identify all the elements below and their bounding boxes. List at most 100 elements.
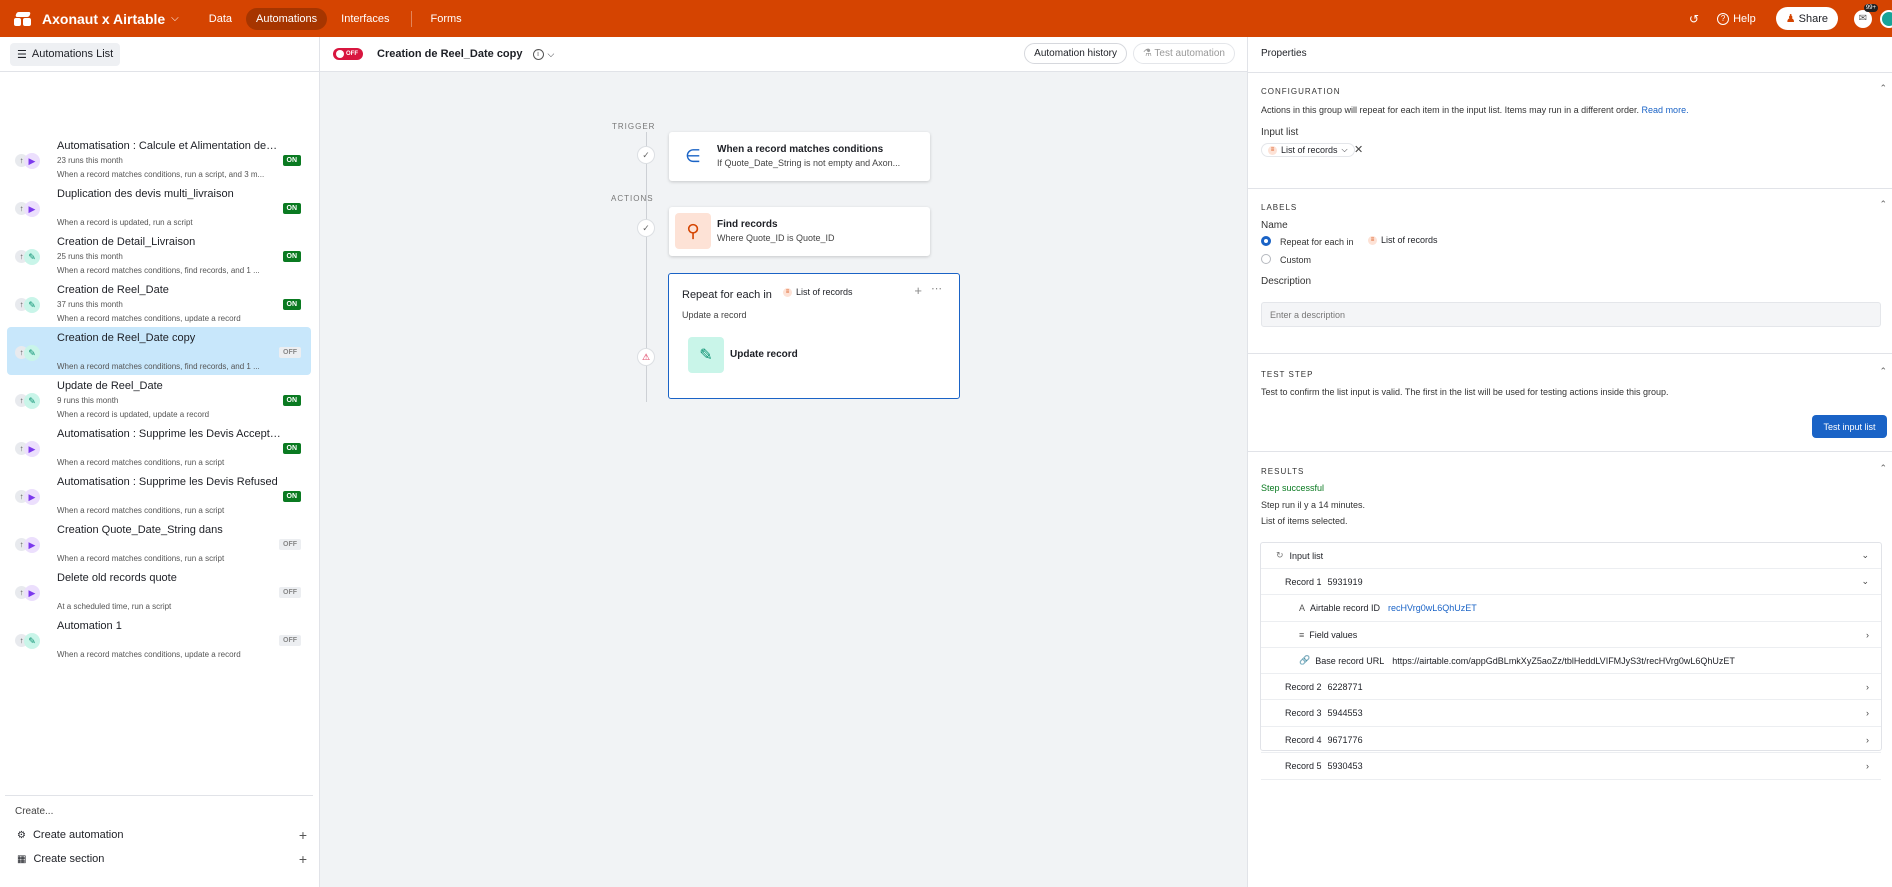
field-values-label: Field values — [1309, 629, 1358, 640]
configuration-text: Actions in this group will repeat for ea… — [1261, 105, 1689, 115]
automation-description: When a record is updated, run a script — [57, 218, 193, 227]
record-row[interactable]: Record 4 9671776 › — [1261, 727, 1881, 753]
notification-badge: 99+ — [1863, 3, 1878, 12]
tab-interfaces[interactable]: Interfaces — [331, 8, 399, 30]
automation-list-item[interactable]: ↑ ✎ Creation de Reel_Date 37 runs this mont… — [7, 279, 311, 327]
chevron-down-icon[interactable]: ⌵ — [171, 13, 179, 24]
plus-icon[interactable]: + — [299, 851, 307, 867]
help-icon[interactable]: ? — [1717, 12, 1730, 25]
chevron-up-icon[interactable]: ⌃ — [1879, 83, 1887, 94]
text-field-icon: A — [1299, 603, 1306, 613]
automation-list-item[interactable]: ↑ ✎ Creation de Detail_Livraison 25 runs th… — [7, 231, 311, 279]
actions-label: ACTIONS — [611, 194, 654, 203]
automation-list-item[interactable]: ↑ ▶ Creation Quote_Date_String dans When a … — [7, 519, 311, 567]
radio-custom-option[interactable] — [1261, 254, 1271, 264]
airtable-logo-icon[interactable] — [14, 11, 32, 26]
record-row[interactable]: Record 1 5931919 ⌄ — [1261, 569, 1881, 595]
record-row[interactable]: Record 2 6228771 › — [1261, 674, 1881, 700]
automation-list-item[interactable]: ↑ ✎ Creation de Reel_Date copy When a recor… — [7, 327, 311, 375]
status-badge: OFF — [279, 587, 301, 598]
check-icon: ✓ — [637, 219, 655, 237]
more-icon[interactable]: ⋯ — [931, 282, 942, 295]
script-icon: ▶ — [24, 441, 40, 457]
pencil-icon: ✎ — [24, 393, 40, 409]
create-section-button[interactable]: ▦ Create section + — [17, 851, 307, 867]
info-icon[interactable]: i — [532, 48, 544, 60]
list-icon: ≡ — [1299, 629, 1305, 640]
tab-automations[interactable]: Automations — [246, 7, 328, 30]
create-automation-button[interactable]: ⚙ Create automation + — [17, 827, 307, 843]
plus-icon[interactable]: + — [914, 283, 922, 298]
find-records-title: Find records — [717, 219, 778, 230]
chevron-down-icon[interactable]: ⌄ — [1861, 576, 1869, 587]
repeat-group-card[interactable]: Repeat for each in ≡ List of records + ⋯… — [668, 273, 960, 399]
base-name[interactable]: Axonaut x Airtable — [42, 11, 165, 27]
status-badge: OFF — [279, 635, 301, 646]
canvas-header: OFF Creation de Reel_Date copy i ⌵ Autom… — [320, 37, 1247, 72]
record-row[interactable]: Record 3 5944553 › — [1261, 701, 1881, 727]
find-records-subtitle: Where Quote_ID is Quote_ID — [717, 233, 835, 243]
notifications-icon[interactable]: ✉ 99+ — [1854, 3, 1878, 28]
automation-list-item[interactable]: ↑ ✎ Automation 1 When a record matches cond… — [7, 615, 311, 663]
input-list-chip[interactable]: ≡ List of records ⌵ — [1261, 143, 1355, 157]
tab-forms[interactable]: Forms — [420, 8, 471, 30]
share-button[interactable]: ♟ Share — [1775, 7, 1838, 30]
menu-icon: ☰ — [17, 48, 27, 61]
repeat-input-chip[interactable]: ≡ List of records — [777, 286, 859, 298]
automation-canvas: OFF Creation de Reel_Date copy i ⌵ Autom… — [320, 37, 1247, 887]
tab-data[interactable]: Data — [199, 8, 242, 30]
chevron-down-icon[interactable]: ⌵ — [548, 49, 555, 60]
close-icon[interactable]: ✕ — [1354, 143, 1363, 156]
input-list-row[interactable]: ↻ Input list ⌄ — [1261, 543, 1881, 569]
chevron-up-icon[interactable]: ⌃ — [1879, 463, 1887, 474]
search-icon: ⚲ — [675, 213, 711, 249]
automation-list-item[interactable]: ↑ ✎ Update de Reel_Date 9 runs this month Wh… — [7, 375, 311, 423]
automations-list-button[interactable]: ☰ Automations List — [10, 42, 121, 66]
automation-list-item[interactable]: ↑ ▶ Delete old records quote At a scheduled… — [7, 567, 311, 615]
repeat-option-chip: ≡ List of records — [1362, 234, 1444, 246]
record-row[interactable]: Record 5 5930453 › — [1261, 754, 1881, 780]
chevron-up-icon[interactable]: ⌃ — [1879, 366, 1887, 377]
chevron-right-icon[interactable]: › — [1866, 735, 1869, 745]
plus-icon[interactable]: + — [299, 827, 307, 843]
automation-toggle[interactable]: OFF — [333, 48, 363, 60]
chevron-right-icon[interactable]: › — [1866, 630, 1869, 640]
automation-list-item[interactable]: ↑ ▶ Automatisation : Supprime les Devis Ac… — [7, 423, 311, 471]
input-list-row-label: Input list — [1289, 550, 1324, 561]
automation-list-item[interactable]: ↑ ▶ Duplication des devis multi_livraison W… — [7, 183, 311, 231]
status-badge: ON — [282, 251, 301, 262]
avatar[interactable] — [1880, 9, 1892, 28]
description-input[interactable]: Enter a description — [1261, 302, 1881, 327]
history-icon[interactable]: ↺ — [1689, 12, 1699, 26]
chevron-down-icon[interactable]: ⌄ — [1861, 550, 1869, 561]
test-input-list-button[interactable]: Test input list — [1812, 415, 1887, 438]
record-id-value[interactable]: recHVrg0wL6QhUzET — [1388, 603, 1477, 613]
find-records-card[interactable]: ⚲ Find records Where Quote_ID is Quote_I… — [669, 207, 930, 256]
test-automation-button[interactable]: ⚗ Test automation — [1132, 43, 1235, 64]
automation-icons: ↑ ✎ — [15, 345, 47, 361]
status-badge: ON — [282, 299, 301, 310]
update-record-action[interactable]: ✎ Update record — [688, 337, 908, 377]
chevron-right-icon[interactable]: › — [1866, 761, 1869, 771]
automation-description: When a record matches conditions, update… — [57, 650, 241, 659]
automation-list-item[interactable]: ↑ ▶ Automatisation : Calcule et Alimentati… — [7, 135, 311, 183]
automation-list-item[interactable]: ↑ ▶ Automatisation : Supprime les Devis Re… — [7, 471, 311, 519]
automation-runs: 25 runs this month — [57, 252, 123, 261]
help-link[interactable]: Help — [1733, 13, 1756, 25]
field-values-row[interactable]: ≡ Field values › — [1261, 622, 1881, 648]
automation-name[interactable]: Creation de Reel_Date copy — [377, 48, 523, 60]
automation-history-button[interactable]: Automation history — [1024, 43, 1127, 64]
record-url-value[interactable]: https://airtable.com/appGdBLmkXyZ5aoZz/t… — [1392, 656, 1735, 666]
radio-repeat-option[interactable] — [1261, 236, 1271, 246]
chevron-right-icon[interactable]: › — [1866, 682, 1869, 692]
status-badge: ON — [282, 203, 301, 214]
chevron-up-icon[interactable]: ⌃ — [1879, 199, 1887, 210]
trigger-card[interactable]: ∈ When a record matches conditions If Qu… — [669, 132, 930, 181]
trigger-title: When a record matches conditions — [717, 144, 884, 155]
pencil-icon: ✎ — [24, 249, 40, 265]
chevron-right-icon[interactable]: › — [1866, 708, 1869, 718]
sidebar-footer: Create... ⚙ Create automation + ▦ Create… — [5, 795, 313, 867]
read-more-link[interactable]: Read more. — [1642, 105, 1689, 115]
test-step-text: Test to confirm the list input is valid.… — [1261, 387, 1669, 397]
configuration-section: CONFIGURATION ⌃ Actions in this group wi… — [1248, 72, 1892, 157]
